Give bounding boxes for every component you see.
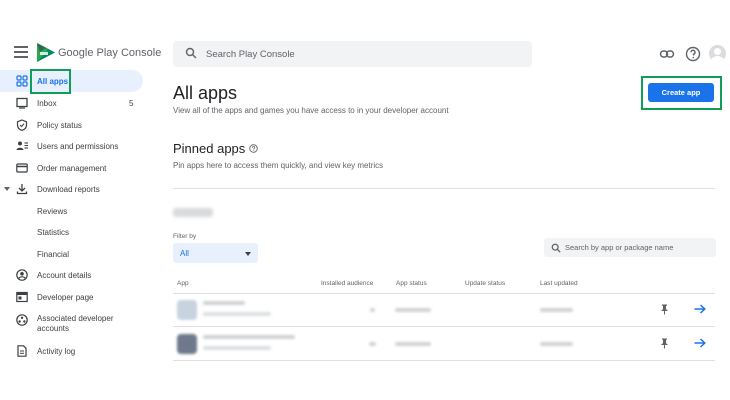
sidebar-item-label: Users and permissions — [37, 142, 119, 151]
table-row[interactable] — [173, 328, 715, 359]
page-subtitle: View all of the apps and games you have … — [173, 106, 449, 115]
search-input[interactable]: Search Play Console — [173, 41, 532, 67]
sidebar-item-account-details[interactable]: Account details — [0, 265, 143, 285]
sidebar-item-label: Associated developer accounts — [37, 314, 114, 333]
link-icon[interactable] — [659, 46, 675, 62]
sidebar-item-statistics[interactable]: Statistics — [0, 222, 143, 242]
blurred-app-count-heading — [173, 208, 213, 217]
sidebar-item-associated-developer-accounts[interactable]: Associated developer accounts — [0, 312, 143, 336]
column-header-app-status[interactable]: App status — [396, 280, 427, 287]
app-thumbnail — [177, 300, 197, 320]
column-header-app[interactable]: App — [177, 280, 189, 287]
app-search-placeholder: Search by app or package name — [565, 243, 674, 252]
play-console-logo — [37, 43, 55, 62]
sidebar-item-developer-page[interactable]: Developer page — [0, 287, 143, 307]
sidebar-item-label: Inbox — [37, 99, 57, 108]
associated-accounts-icon — [16, 314, 28, 326]
pinned-apps-subtitle: Pin apps here to access them quickly, an… — [173, 161, 384, 170]
menu-icon[interactable] — [14, 46, 28, 58]
sidebar-item-label: Statistics — [37, 228, 70, 237]
sidebar-item-activity-log[interactable]: Activity log — [0, 341, 143, 361]
sidebar-item-label: Order management — [37, 164, 107, 173]
web-page-icon — [16, 291, 28, 303]
sidebar-item-label: Account details — [37, 271, 92, 280]
blurred-last-updated — [540, 342, 573, 346]
sidebar-item-financial[interactable]: Financial — [0, 244, 143, 264]
shield-icon — [16, 119, 28, 131]
search-placeholder: Search Play Console — [206, 49, 295, 60]
sidebar-item-label: Reviews — [37, 207, 68, 216]
highlight-box-all-apps — [30, 69, 71, 94]
sidebar-item-label: Activity log — [37, 347, 76, 356]
row-divider — [173, 326, 715, 327]
pinned-apps-title: Pinned apps — [173, 141, 246, 156]
filter-label: Filter by — [173, 233, 197, 240]
column-header-last-updated[interactable]: Last updated — [540, 280, 578, 287]
pin-icon[interactable] — [660, 338, 669, 349]
blurred-app-status — [395, 308, 431, 312]
brand-title: Google Play Console — [58, 47, 162, 59]
users-icon — [16, 141, 28, 150]
sidebar-item-policy-status[interactable]: Policy status — [0, 115, 143, 135]
log-icon — [17, 345, 27, 357]
blurred-installs — [369, 342, 376, 346]
chevron-down-icon[interactable] — [4, 187, 10, 191]
chevron-down-icon — [245, 252, 251, 256]
blurred-app-status — [395, 342, 431, 346]
sidebar-item-label: Financial — [37, 250, 70, 259]
row-divider — [173, 360, 715, 361]
arrow-right-icon[interactable] — [694, 338, 706, 348]
blurred-package-name — [203, 346, 271, 350]
inbox-icon — [16, 97, 28, 109]
sidebar-item-all-apps[interactable]: All apps — [0, 70, 143, 92]
account-icon — [16, 269, 28, 281]
column-header-update-status[interactable]: Update status — [465, 280, 505, 287]
sidebar-item-reviews[interactable]: Reviews — [0, 201, 143, 221]
help-icon[interactable] — [249, 144, 258, 153]
avatar[interactable] — [709, 45, 726, 62]
filter-select[interactable]: All — [173, 243, 258, 263]
blurred-package-name — [203, 312, 271, 316]
arrow-right-icon[interactable] — [694, 304, 706, 314]
blurred-app-name — [203, 301, 245, 305]
help-icon[interactable] — [685, 46, 701, 62]
section-divider — [173, 188, 715, 189]
filter-value: All — [180, 249, 189, 258]
table-row[interactable] — [173, 294, 715, 325]
page-title: All apps — [173, 83, 238, 103]
grid-icon — [16, 75, 28, 87]
blurred-installs — [370, 308, 375, 312]
sidebar-item-download-reports[interactable]: Download reports — [0, 179, 143, 199]
app-search-input[interactable]: Search by app or package name — [544, 238, 716, 257]
inbox-count: 5 — [129, 99, 134, 108]
search-icon — [551, 243, 561, 253]
card-icon — [16, 163, 28, 173]
blurred-last-updated — [540, 308, 573, 312]
pin-icon[interactable] — [660, 304, 669, 315]
app-thumbnail — [177, 334, 197, 354]
sidebar-item-inbox[interactable]: Inbox 5 — [0, 93, 143, 113]
sidebar-item-label: Developer page — [37, 293, 94, 302]
sidebar-item-order-management[interactable]: Order management — [0, 158, 143, 178]
sidebar-item-label: Download reports — [37, 185, 100, 194]
download-icon — [16, 184, 28, 195]
search-icon — [185, 47, 197, 59]
column-header-installed-audience[interactable]: Installed audience — [321, 280, 373, 287]
sidebar-item-users-and-permissions[interactable]: Users and permissions — [0, 136, 143, 156]
sidebar-item-label: Policy status — [37, 121, 82, 130]
create-app-button[interactable]: Create app — [648, 83, 714, 102]
blurred-app-name — [203, 335, 295, 339]
